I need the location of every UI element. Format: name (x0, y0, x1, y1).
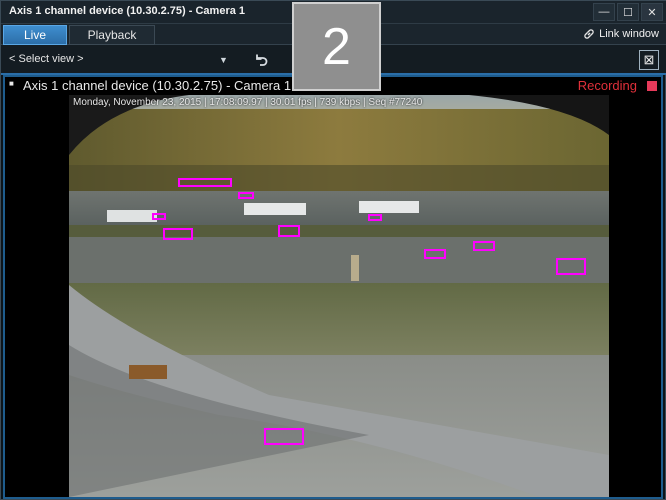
recording-indicator-icon (647, 81, 657, 91)
undo-icon[interactable] (253, 52, 269, 68)
video-letterbox-right (609, 95, 661, 497)
link-icon (584, 29, 594, 39)
camera-flag-icon: ■ (9, 79, 14, 88)
truck-trailer (244, 203, 306, 215)
median-strip (69, 225, 609, 237)
window-title: Axis 1 channel device (10.30.2.75) - Cam… (9, 5, 246, 17)
video-scene (69, 95, 609, 497)
link-window-label: Link window (599, 28, 659, 40)
video-feed: Monday, November 23, 2015 | 17:08:09.97 … (69, 95, 609, 497)
video-overlay-info: Monday, November 23, 2015 | 17:08:09.97 … (73, 97, 423, 108)
camera-bracket (129, 365, 167, 379)
close-button[interactable]: ✕ (641, 3, 663, 21)
minimize-button[interactable]: — (593, 3, 615, 21)
truck-trailer (359, 201, 419, 213)
maximize-window-button[interactable]: ☐ (617, 3, 639, 21)
near-lanes (69, 237, 609, 283)
recording-status: Recording (577, 78, 637, 93)
truck-trailer (107, 210, 157, 222)
tab-playback[interactable]: Playback (69, 25, 155, 45)
tab-live[interactable]: Live (3, 25, 67, 45)
chevron-down-icon[interactable]: ▼ (219, 55, 228, 65)
video-letterbox-left (5, 95, 69, 497)
maximize-view-icon[interactable]: ⊠ (639, 50, 659, 70)
window-controls: — ☐ ✕ (593, 3, 663, 21)
select-view-dropdown[interactable]: < Select view > (9, 53, 84, 65)
link-window-button[interactable]: Link window (583, 28, 659, 40)
camera-window: Axis 1 channel device (10.30.2.75) - Cam… (0, 0, 666, 500)
tree-shadow (69, 165, 609, 191)
view-number-overlay: 2 (292, 2, 381, 91)
highway-lane-marking (351, 255, 359, 281)
camera-title: Axis 1 channel device (10.30.2.75) - Cam… (23, 78, 292, 93)
camera-view[interactable]: ■ Axis 1 channel device (10.30.2.75) - C… (3, 75, 663, 499)
